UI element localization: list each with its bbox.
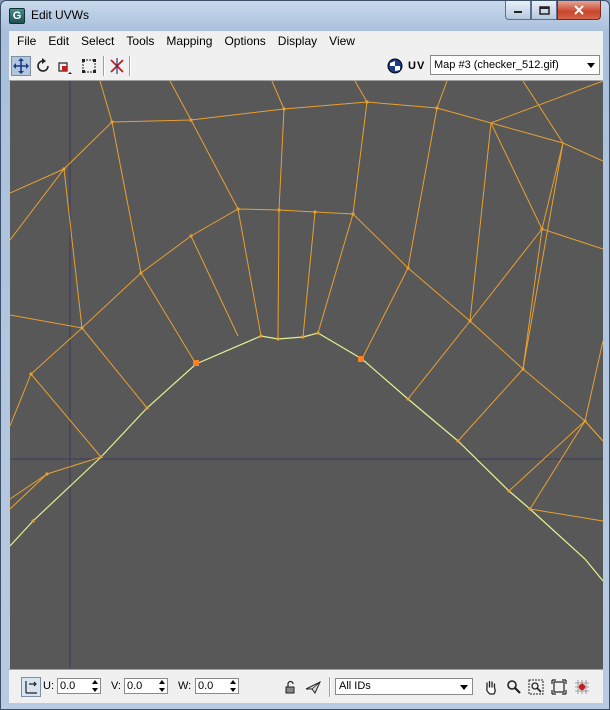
pan-button[interactable] xyxy=(481,677,501,697)
w-spinner-arrows[interactable] xyxy=(227,678,238,694)
zoom-extents-button[interactable] xyxy=(549,677,569,697)
app-icon: G xyxy=(9,8,25,24)
main-toolbar: UV Map #3 (checker_512.gif) xyxy=(9,51,603,81)
map-select-value: Map #3 (checker_512.gif) xyxy=(434,59,559,71)
zoom-region-icon xyxy=(528,679,544,695)
uv-edges xyxy=(10,81,603,522)
selected-vertex[interactable] xyxy=(358,356,364,362)
dropdown-arrow-icon xyxy=(587,63,595,68)
u-label: U: xyxy=(43,680,54,692)
scale-icon xyxy=(58,62,72,74)
rotate-icon xyxy=(37,58,49,72)
toolbar-separator xyxy=(103,56,105,76)
edit-uvws-window: G Edit UVWs File Edit Select Tools Mappi… xyxy=(0,0,610,710)
uv-editor-viewport[interactable] xyxy=(10,81,603,669)
close-icon xyxy=(574,5,584,15)
zoom-button[interactable] xyxy=(504,677,524,697)
menu-tools[interactable]: Tools xyxy=(120,31,160,51)
menu-mapping[interactable]: Mapping xyxy=(160,31,218,51)
w-label: W: xyxy=(178,680,192,692)
magnifier-icon xyxy=(507,680,521,694)
zoom-region-button[interactable] xyxy=(526,677,546,697)
statusbar-separator xyxy=(329,677,331,697)
v-spinner-arrows[interactable] xyxy=(156,678,167,694)
paper-plane-icon xyxy=(305,680,321,694)
mirror-tool-button[interactable] xyxy=(107,56,127,76)
menu-file[interactable]: File xyxy=(11,31,42,51)
menu-options[interactable]: Options xyxy=(218,31,271,51)
maximize-icon xyxy=(538,5,550,15)
v-label: V: xyxy=(111,680,121,692)
selected-seam-edge[interactable] xyxy=(10,332,603,582)
toolbar-separator xyxy=(129,56,131,76)
selected-vertex[interactable] xyxy=(193,360,199,366)
status-bar: U: 0.0 V: 0.0 W: 0.0 All IDs xyxy=(9,669,603,703)
dropdown-arrow-icon xyxy=(460,685,468,690)
mirror-icon xyxy=(110,58,124,74)
lock-selection-button[interactable] xyxy=(281,677,301,697)
window-controls xyxy=(505,1,601,21)
lock-icon xyxy=(285,680,295,694)
grid-snap-button[interactable] xyxy=(572,677,592,697)
move-tool-button[interactable] xyxy=(11,56,31,76)
absolute-offset-toggle[interactable] xyxy=(21,677,41,697)
menu-select[interactable]: Select xyxy=(75,31,120,51)
menu-bar: File Edit Select Tools Mapping Options D… xyxy=(9,31,603,51)
scale-tool-button[interactable] xyxy=(55,56,75,76)
material-id-value: All IDs xyxy=(339,680,371,692)
zoom-extents-icon xyxy=(551,679,567,695)
checker-globe-icon xyxy=(387,58,403,74)
uv-mesh-canvas[interactable] xyxy=(10,81,603,669)
snap-grid-icon xyxy=(575,680,589,694)
filter-selected-faces-button[interactable] xyxy=(303,677,323,697)
hand-pan-icon xyxy=(486,680,496,695)
menu-view[interactable]: View xyxy=(323,31,361,51)
uv-axis-label[interactable]: UV xyxy=(408,60,425,72)
close-button[interactable] xyxy=(557,1,601,20)
map-select-dropdown[interactable]: Map #3 (checker_512.gif) xyxy=(430,55,600,75)
rotate-tool-button[interactable] xyxy=(33,56,53,76)
title-bar[interactable]: G Edit UVWs xyxy=(1,1,609,31)
minimize-icon xyxy=(514,11,522,13)
menu-edit[interactable]: Edit xyxy=(42,31,75,51)
freeform-tool-button[interactable] xyxy=(79,56,99,76)
maximize-button[interactable] xyxy=(531,1,557,20)
u-spinner-arrows[interactable] xyxy=(89,678,100,694)
material-id-dropdown[interactable]: All IDs xyxy=(335,678,473,695)
move-icon xyxy=(13,58,29,74)
offset-mode-icon xyxy=(25,681,37,694)
menu-display[interactable]: Display xyxy=(272,31,323,51)
show-map-button[interactable] xyxy=(385,56,405,76)
window-title: Edit UVWs xyxy=(31,8,90,22)
minimize-button[interactable] xyxy=(505,1,531,20)
freeform-icon xyxy=(82,59,96,73)
